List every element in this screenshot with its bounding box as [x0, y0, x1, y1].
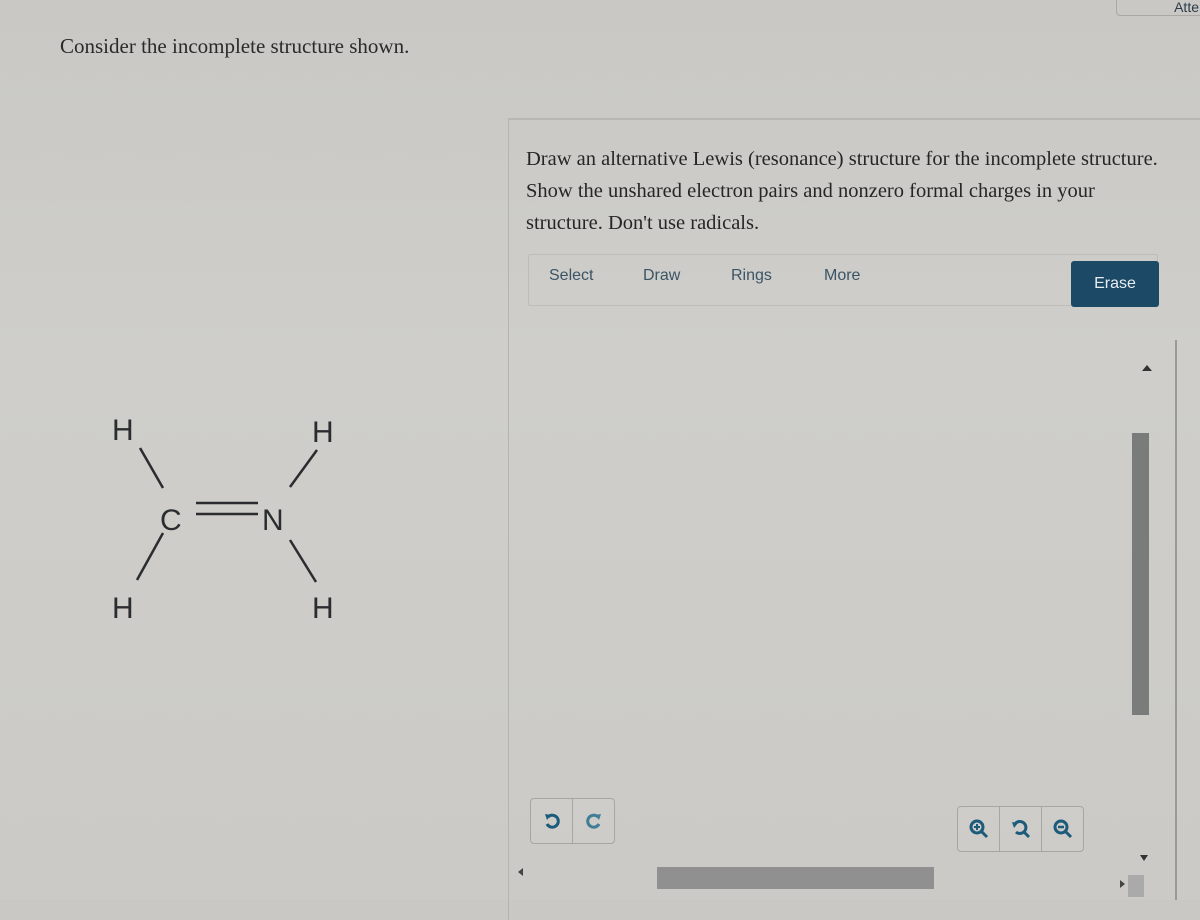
reset-zoom-icon	[1011, 819, 1030, 839]
editor-toolbar: Select Draw Rings More Erase	[528, 254, 1159, 307]
tab-rings[interactable]: Rings	[731, 267, 772, 285]
horizontal-scrollbar-thumb[interactable]	[657, 867, 934, 889]
zoom-in-icon	[969, 819, 988, 839]
redo-button[interactable]	[573, 799, 614, 843]
bond-c-h-top	[138, 447, 165, 489]
bond-n-h-top	[288, 449, 319, 488]
scroll-up-arrow-icon[interactable]	[1142, 365, 1152, 371]
atom-h-top-right: H	[312, 416, 334, 449]
atom-h-bottom-left: H	[112, 592, 134, 625]
instructions-text: Draw an alternative Lewis (resonance) st…	[526, 148, 1158, 234]
tab-select[interactable]: Select	[549, 267, 593, 285]
zoom-in-button[interactable]	[958, 807, 1000, 851]
question-prompt: Consider the incomplete structure shown.	[60, 34, 410, 58]
vertical-scrollbar-thumb[interactable]	[1132, 433, 1149, 715]
erase-button[interactable]: Erase	[1071, 261, 1159, 307]
undo-icon	[544, 813, 560, 829]
atom-n: N	[262, 504, 284, 537]
redo-icon	[585, 813, 601, 829]
attempt-button[interactable]: Atte	[1116, 0, 1200, 16]
atom-h-bottom-right: H	[312, 592, 334, 625]
tab-more[interactable]: More	[824, 267, 860, 285]
atom-h-top-left: H	[112, 414, 134, 447]
atom-c: C	[160, 504, 182, 537]
zoom-controls-group	[957, 806, 1084, 852]
scroll-left-arrow-icon[interactable]	[518, 868, 523, 876]
scroll-right-arrow-icon[interactable]	[1120, 880, 1125, 888]
tab-draw[interactable]: Draw	[643, 267, 680, 285]
scroll-down-arrow-icon[interactable]	[1140, 855, 1148, 861]
scrollbar-corner	[1128, 875, 1144, 897]
molecule-structure: H H H H C N	[80, 390, 380, 640]
zoom-out-icon	[1053, 819, 1072, 839]
undo-redo-group	[530, 798, 615, 844]
undo-button[interactable]	[531, 799, 573, 843]
reset-zoom-button[interactable]	[1000, 807, 1042, 851]
panel-border	[1175, 340, 1177, 900]
bond-c-h-bottom	[135, 532, 165, 581]
zoom-out-button[interactable]	[1042, 807, 1083, 851]
bond-n-h-bottom	[288, 539, 318, 583]
